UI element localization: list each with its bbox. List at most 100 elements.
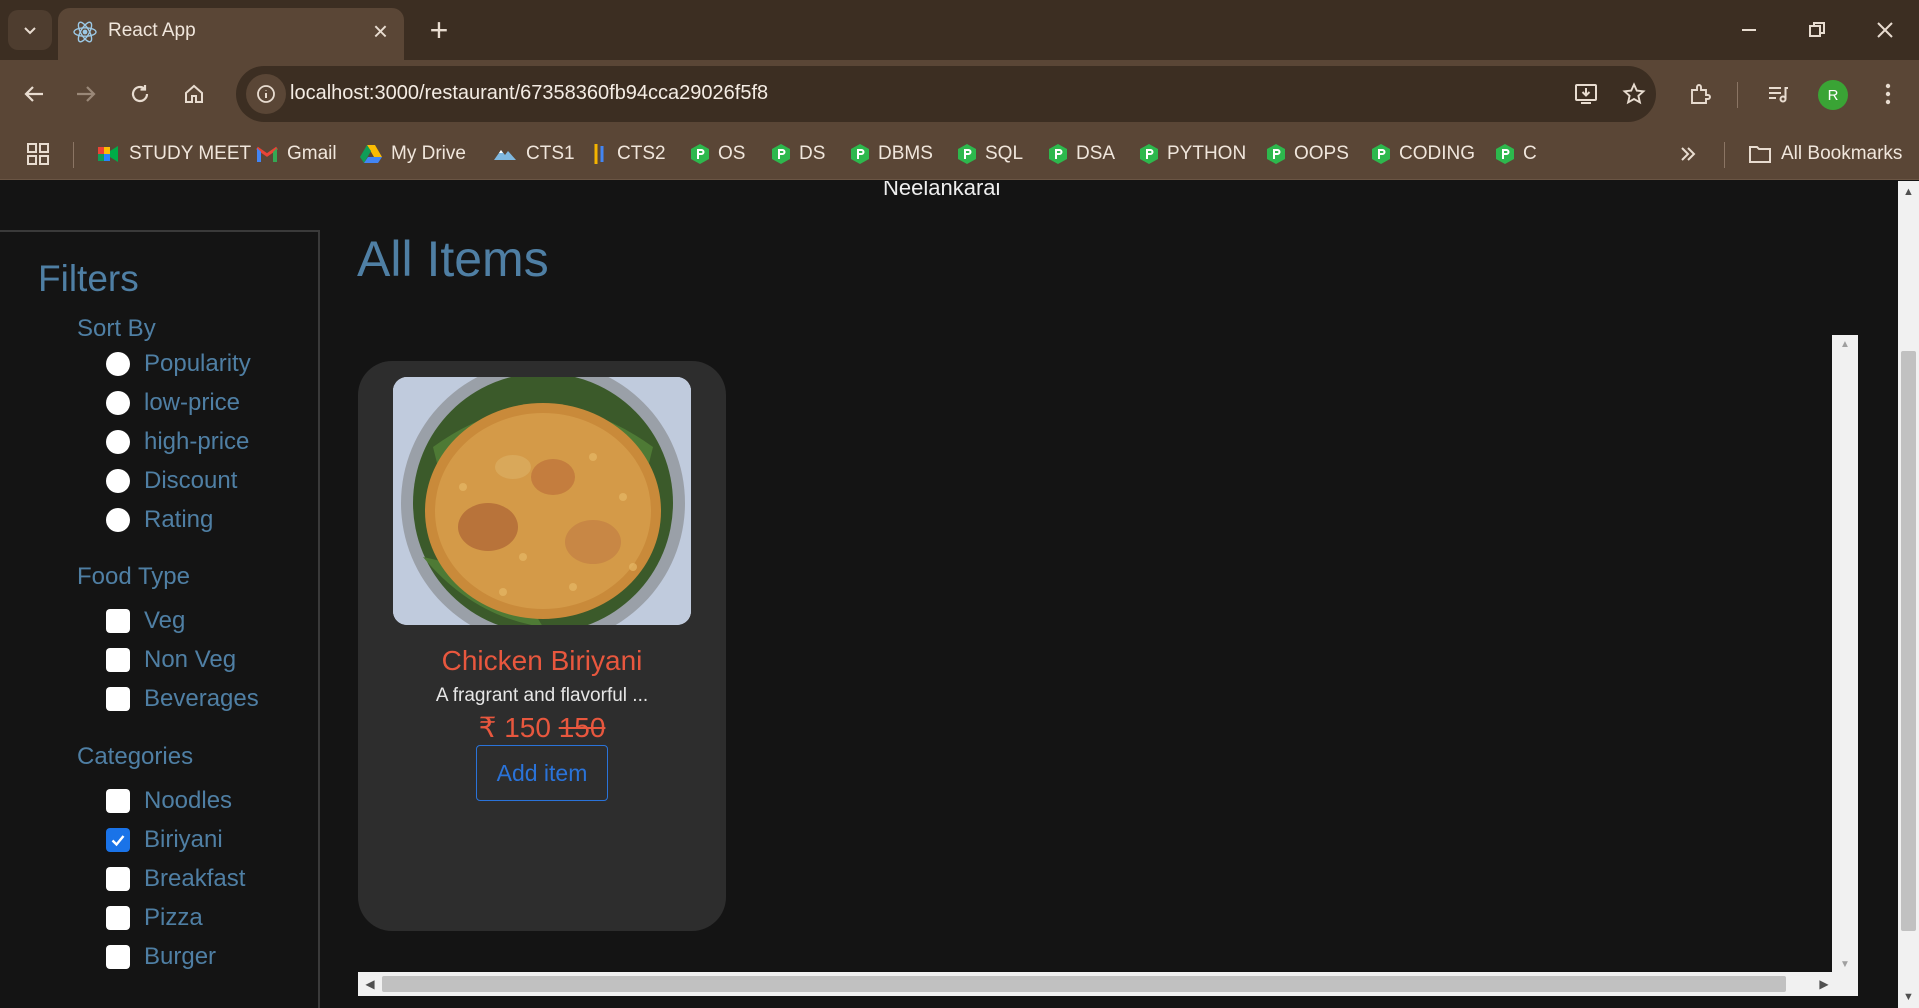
bookmark-python[interactable]: PYTHON [1140,140,1246,168]
profile-avatar[interactable]: R [1818,80,1848,110]
tab-title: React App [108,20,196,41]
page-content: Neelankarai Filters Sort By Popularity l… [0,181,1898,1008]
site-info-button[interactable] [246,74,286,114]
category-pizza-option[interactable]: Pizza [106,903,203,933]
address-bar[interactable]: localhost:3000/restaurant/67358360fb94cc… [236,66,1656,122]
tab-search-button[interactable] [8,10,52,50]
category-noodles-option[interactable]: Noodles [106,786,232,816]
sort-rating-option[interactable]: Rating [106,505,213,535]
url-text[interactable]: localhost:3000/restaurant/67358360fb94cc… [290,82,768,105]
sort-high-price-option[interactable]: high-price [106,427,249,457]
forward-button[interactable] [66,74,106,114]
page-vertical-scrollbar[interactable]: ▲ ▼ [1898,181,1919,1008]
bookmark-dsa[interactable]: DSA [1049,140,1115,168]
bookmark-c[interactable]: C [1496,140,1537,168]
sort-popularity-option[interactable]: Popularity [106,349,251,379]
bookmark-os[interactable]: OS [691,140,745,168]
bookmark-label: PYTHON [1167,143,1247,164]
sort-discount-option[interactable]: Discount [106,466,237,496]
checkbox[interactable] [106,687,130,711]
option-label: Beverages [144,685,259,712]
option-label: Noodles [144,787,233,814]
bookmark-coding[interactable]: CODING [1372,140,1475,168]
bookmark-dbms[interactable]: DBMS [851,140,933,168]
browser-menu-button[interactable] [1868,74,1908,114]
bookmark-study-meet[interactable]: STUDY MEET [96,140,251,168]
cts2-icon [594,144,604,164]
add-item-button[interactable]: Add item [476,745,608,801]
radio-button[interactable] [106,391,130,415]
bookmark-cts1[interactable]: CTS1 [493,140,575,168]
tab-strip: React App × + [0,0,1919,60]
checkbox[interactable] [106,789,130,813]
page-scroll-down-arrow[interactable]: ▼ [1898,988,1919,1006]
apps-button[interactable] [26,140,50,168]
close-tab-icon[interactable]: × [373,16,388,46]
radio-button[interactable] [106,508,130,532]
checkbox[interactable] [106,609,130,633]
sort-low-price-option[interactable]: low-price [106,388,240,418]
gem-icon [691,144,709,164]
back-button[interactable] [14,74,54,114]
bookmark-cts2[interactable]: CTS2 [592,140,666,168]
more-bookmarks-button[interactable] [1678,140,1698,168]
bookmark-label: CTS1 [526,143,575,164]
chevron-double-right-icon [1681,147,1696,161]
bookmark-label: CTS2 [617,143,666,164]
scroll-up-arrow[interactable]: ▲ [1832,337,1858,353]
filters-sidebar: Filters Sort By Popularity low-price hig… [0,230,320,1008]
scrollbar-thumb[interactable] [382,976,1786,992]
all-bookmarks-label: All Bookmarks [1781,143,1903,164]
categories-title: Categories [77,743,194,770]
food-type-beverages-option[interactable]: Beverages [106,684,259,714]
all-bookmarks-button[interactable]: All Bookmarks [1748,140,1902,168]
scroll-down-arrow[interactable]: ▼ [1832,957,1858,973]
option-label: Biriyani [144,826,223,853]
food-type-veg-option[interactable]: Veg [106,606,185,636]
category-breakfast-option[interactable]: Breakfast [106,864,245,894]
bookmark-sql[interactable]: SQL [958,140,1023,168]
gem-icon [772,144,790,164]
category-burger-option[interactable]: Burger [106,942,216,972]
extensions-button[interactable] [1680,74,1720,114]
checkbox[interactable] [106,648,130,672]
reload-button[interactable] [120,74,160,114]
items-vertical-scrollbar[interactable]: ▲ ▼ [1832,335,1858,975]
scroll-left-arrow[interactable]: ◀ [360,972,380,996]
minimize-icon [1742,29,1756,31]
scroll-right-arrow[interactable]: ▶ [1814,972,1834,996]
bookmark-label: DS [799,143,826,164]
checkbox[interactable] [106,867,130,891]
minimize-button[interactable] [1724,12,1774,48]
new-tab-button[interactable]: + [422,10,456,50]
checkbox[interactable] [106,906,130,930]
install-app-button[interactable] [1570,78,1602,110]
gem-icon [1372,144,1390,164]
gem-icon [851,144,869,164]
page-scrollbar-thumb[interactable] [1901,351,1916,931]
tab-react-app[interactable]: React App × [58,8,404,60]
items-horizontal-scrollbar[interactable]: ◀ ▶ [358,972,1858,996]
restaurant-location: Neelankarai [883,181,1001,200]
bookmark-gmail[interactable]: Gmail [256,140,337,168]
close-window-button[interactable] [1860,12,1910,48]
page-scroll-up-arrow[interactable]: ▲ [1898,183,1919,201]
home-button[interactable] [174,74,214,114]
restore-button[interactable] [1792,12,1842,48]
food-type-title: Food Type [77,563,190,590]
bookmark-oops[interactable]: OOPS [1267,140,1349,168]
bookmark-ds[interactable]: DS [772,140,825,168]
home-icon [185,84,203,103]
checkbox[interactable] [106,945,130,969]
category-biriyani-option[interactable]: Biriyani [106,825,223,855]
radio-button[interactable] [106,430,130,454]
radio-button[interactable] [106,469,130,493]
media-controls-button[interactable] [1758,74,1798,114]
radio-button[interactable] [106,352,130,376]
checkbox-checked[interactable] [106,828,130,852]
chevron-down-icon [24,27,36,35]
bookmark-star-button[interactable] [1618,78,1650,110]
bookmark-my-drive[interactable]: My Drive [360,140,466,168]
food-type-non-veg-option[interactable]: Non Veg [106,645,236,675]
apps-grid-icon [27,143,49,165]
